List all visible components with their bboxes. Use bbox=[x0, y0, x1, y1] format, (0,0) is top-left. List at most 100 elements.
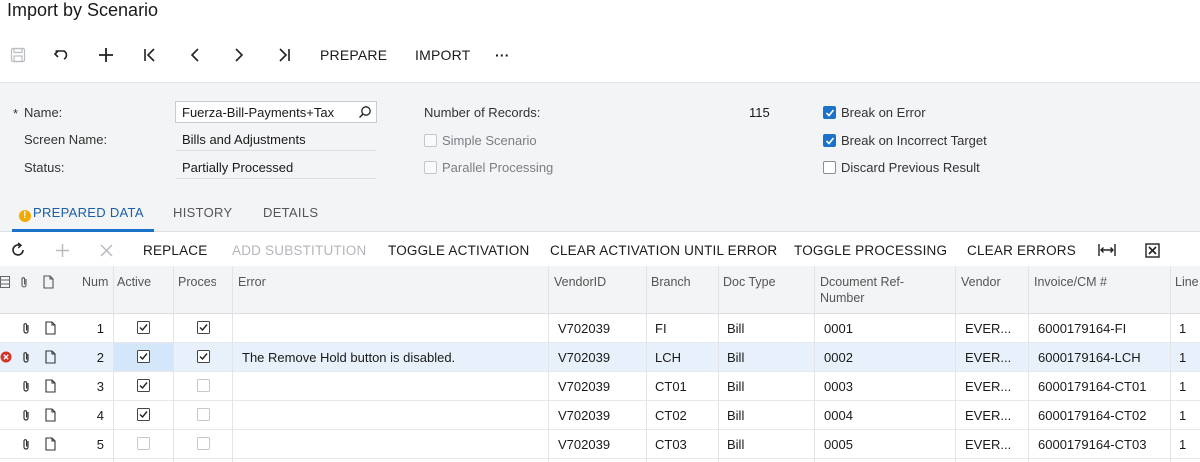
processed-checkbox[interactable] bbox=[197, 408, 210, 424]
table-row[interactable]: 2 The Remove Hold button is disabled. V702… bbox=[0, 343, 1200, 372]
column-divider bbox=[718, 266, 719, 462]
break-on-error-checkbox[interactable]: Break on Error bbox=[823, 105, 926, 120]
discard-previous-result-checkbox[interactable]: Discard Previous Result bbox=[823, 160, 980, 175]
records-label: Number of Records: bbox=[424, 105, 541, 120]
column-num[interactable]: Num bbox=[82, 274, 108, 290]
column-invoice[interactable]: Invoice/CM # bbox=[1034, 274, 1107, 290]
delete-row-icon[interactable] bbox=[100, 236, 113, 264]
cell-doc-type: Bill bbox=[727, 379, 745, 394]
cell-doc-type: Bill bbox=[727, 321, 745, 336]
column-active[interactable]: Active bbox=[117, 274, 151, 290]
note-icon[interactable] bbox=[45, 321, 56, 338]
parallel-processing-checkbox: Parallel Processing bbox=[424, 160, 553, 175]
break-on-incorrect-target-label: Break on Incorrect Target bbox=[841, 133, 987, 148]
toggle-activation-button[interactable]: TOGGLE ACTIVATION bbox=[388, 236, 529, 264]
table-row[interactable]: 3 V702039 CT01 Bill 0003 EVER... 6000179164-CT… bbox=[0, 372, 1200, 401]
attachment-icon[interactable] bbox=[21, 351, 31, 367]
tab-details[interactable]: DETAILS bbox=[263, 205, 318, 220]
table-row[interactable]: 5 V702039 CT03 Bill 0005 EVER... 6000179164-CT… bbox=[0, 430, 1200, 459]
column-document-ref[interactable]: Dcoument Ref- Number bbox=[820, 274, 904, 306]
parallel-processing-label: Parallel Processing bbox=[442, 160, 554, 175]
note-icon[interactable] bbox=[45, 379, 56, 396]
active-checkbox-checked[interactable] bbox=[137, 408, 150, 424]
column-divider bbox=[548, 266, 549, 462]
cell-invoice: 6000179164-CT02 bbox=[1038, 408, 1147, 423]
clear-errors-button[interactable]: CLEAR ERRORS bbox=[967, 236, 1076, 264]
screen-name-field: Bills and Adjustments bbox=[176, 129, 376, 151]
table-row[interactable]: 4 V702039 CT02 Bill 0004 EVER... 6000179164-CT… bbox=[0, 401, 1200, 430]
summary-panel: * Name: Fuerza-Bill-Payments+Tax Screen … bbox=[0, 82, 1200, 200]
next-record-icon[interactable] bbox=[229, 40, 249, 70]
row-selector-icon[interactable] bbox=[0, 276, 10, 291]
name-label: Name: bbox=[24, 105, 63, 120]
tab-prepared-data-label: PREPARED DATA bbox=[33, 205, 144, 220]
toggle-processing-button[interactable]: TOGGLE PROCESSING bbox=[794, 236, 947, 264]
add-icon[interactable] bbox=[96, 40, 116, 70]
column-branch[interactable]: Branch bbox=[651, 274, 691, 290]
name-field[interactable]: Fuerza-Bill-Payments+Tax bbox=[175, 101, 377, 123]
attachment-icon[interactable] bbox=[21, 409, 31, 425]
cell-invoice: 6000179164-CT03 bbox=[1038, 437, 1147, 452]
attachment-icon[interactable] bbox=[21, 438, 31, 454]
replace-button[interactable]: REPLACE bbox=[143, 236, 207, 264]
processed-checkbox[interactable] bbox=[197, 437, 210, 453]
cell-document-ref: 0005 bbox=[824, 437, 853, 452]
note-icon[interactable] bbox=[45, 437, 56, 454]
note-icon[interactable] bbox=[45, 408, 56, 425]
page-title: Import by Scenario bbox=[7, 0, 159, 20]
attachment-icon[interactable] bbox=[21, 322, 31, 338]
active-checkbox-checked[interactable] bbox=[137, 350, 150, 366]
prepare-button[interactable]: PREPARE bbox=[320, 40, 387, 70]
previous-record-icon[interactable] bbox=[185, 40, 205, 70]
column-divider bbox=[113, 266, 114, 462]
processed-checkbox-checked[interactable] bbox=[197, 350, 210, 366]
simple-scenario-checkbox: Simple Scenario bbox=[424, 133, 537, 148]
clear-activation-until-error-button[interactable]: CLEAR ACTIVATION UNTIL ERROR bbox=[550, 236, 777, 264]
cell-invoice: 6000179164-FI bbox=[1038, 321, 1127, 336]
table-row[interactable]: 1 V702039 FI Bill 0001 EVER... 6000179164-FI 1 bbox=[0, 314, 1200, 343]
tab-prepared-data[interactable]: ! PREPARED DATA bbox=[19, 205, 144, 222]
name-value: Fuerza-Bill-Payments+Tax bbox=[182, 104, 335, 120]
processed-checkbox[interactable] bbox=[197, 379, 210, 395]
column-doc-type[interactable]: Doc Type bbox=[723, 274, 776, 290]
import-button[interactable]: IMPORT bbox=[415, 40, 470, 70]
active-checkbox-checked[interactable] bbox=[137, 321, 150, 337]
break-on-incorrect-target-checkbox[interactable]: Break on Incorrect Target bbox=[823, 133, 987, 148]
active-checkbox-checked[interactable] bbox=[137, 379, 150, 395]
cell-doc-type: Bill bbox=[727, 350, 745, 365]
cell-branch: LCH bbox=[655, 350, 682, 365]
attachment-icon[interactable] bbox=[21, 380, 31, 396]
note-icon[interactable] bbox=[45, 350, 56, 367]
checkbox-checked[interactable] bbox=[823, 134, 836, 147]
undo-icon[interactable] bbox=[52, 40, 72, 70]
active-checkbox[interactable] bbox=[137, 437, 150, 453]
column-line[interactable]: Line bbox=[1175, 274, 1199, 290]
cell-num: 5 bbox=[96, 437, 104, 452]
grid-header: Num Active Proces Error VendorID Branch … bbox=[0, 266, 1200, 314]
tab-history[interactable]: HISTORY bbox=[173, 205, 232, 220]
cell-num: 2 bbox=[96, 350, 104, 365]
cell-vendor: EVER... bbox=[965, 321, 1012, 336]
add-substitution-button[interactable]: ADD SUBSTITUTION bbox=[232, 236, 366, 264]
refresh-icon[interactable] bbox=[10, 236, 26, 264]
column-error[interactable]: Error bbox=[238, 274, 266, 290]
processed-checkbox-checked[interactable] bbox=[197, 321, 210, 337]
warning-icon: ! bbox=[19, 209, 31, 222]
column-processed[interactable]: Proces bbox=[178, 274, 216, 290]
checkbox[interactable] bbox=[823, 161, 836, 174]
column-vendor-id[interactable]: VendorID bbox=[554, 274, 606, 290]
first-record-icon[interactable] bbox=[140, 40, 160, 70]
break-on-error-label: Break on Error bbox=[841, 105, 926, 120]
fit-columns-icon[interactable] bbox=[1098, 236, 1116, 264]
cell-doc-type: Bill bbox=[727, 437, 745, 452]
search-icon[interactable] bbox=[358, 105, 372, 122]
screen-name-label: Screen Name: bbox=[24, 132, 108, 147]
save-icon[interactable] bbox=[8, 40, 28, 70]
last-record-icon[interactable] bbox=[274, 40, 294, 70]
cell-num: 3 bbox=[96, 379, 104, 394]
checkbox-checked[interactable] bbox=[823, 106, 836, 119]
column-vendor[interactable]: Vendor bbox=[961, 274, 1001, 290]
more-actions-button[interactable]: ··· bbox=[495, 40, 510, 70]
export-excel-icon[interactable] bbox=[1145, 236, 1160, 264]
add-row-icon[interactable] bbox=[55, 236, 70, 264]
